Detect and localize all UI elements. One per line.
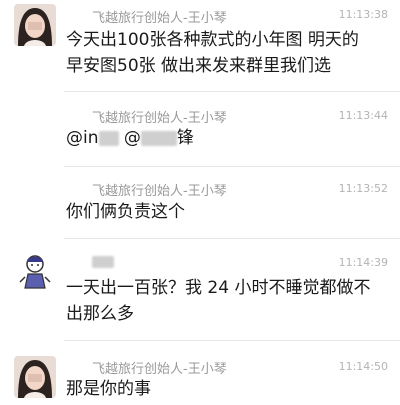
message-line: 今天出100张各种款式的小年图 明天的 (66, 30, 359, 50)
message-text: 一天出一百张？我 24 小时不睡觉都做不 出那么多 (66, 275, 386, 327)
sender-name: 飞越旅行创始人-王小琴 (92, 111, 227, 126)
sender-name: 飞越旅行创始人-王小琴 (92, 11, 227, 26)
message-text: 那是你的事 (66, 376, 386, 402)
message-line: 那是你的事 (66, 379, 151, 399)
cartoon-character-icon (14, 250, 56, 292)
girl-portrait-icon (14, 4, 56, 46)
message-time: 11:14:39 (338, 256, 388, 269)
divider (64, 91, 400, 92)
divider (64, 166, 400, 167)
mention-prefix: @in (66, 128, 99, 148)
message-time: 11:13:38 (338, 8, 388, 21)
message-text: 你们俩负责这个 (66, 199, 386, 225)
message-text: @in @ 锋 (66, 125, 386, 151)
avatar-icon[interactable] (14, 4, 56, 46)
message-time: 11:13:52 (338, 182, 388, 195)
sender-name: 飞越旅行创始人-王小琴 (92, 362, 227, 377)
message-time: 11:13:44 (338, 109, 388, 122)
sender-name (92, 254, 114, 269)
message-text: 今天出100张各种款式的小年图 明天的 早安图50张 做出来发来群里我们选 (66, 27, 386, 79)
mention-mid: @ (118, 128, 141, 148)
avatar-icon[interactable] (14, 250, 56, 292)
redacted-text (98, 130, 119, 146)
avatar-icon[interactable] (14, 356, 56, 398)
redacted-text (140, 130, 177, 146)
divider (64, 238, 400, 239)
message-line: 出那么多 (66, 304, 134, 324)
girl-portrait-icon (14, 356, 56, 398)
message-line: 早安图50张 做出来发来群里我们选 (66, 56, 332, 76)
divider (64, 340, 400, 341)
redacted-name (92, 255, 114, 268)
message-time: 11:14:50 (338, 360, 388, 373)
message-line: 一天出一百张？我 24 小时不睡觉都做不 (66, 278, 371, 298)
message-line: 你们俩负责这个 (66, 202, 185, 222)
mention-suffix: 锋 (176, 128, 194, 148)
sender-name: 飞越旅行创始人-王小琴 (92, 184, 227, 199)
